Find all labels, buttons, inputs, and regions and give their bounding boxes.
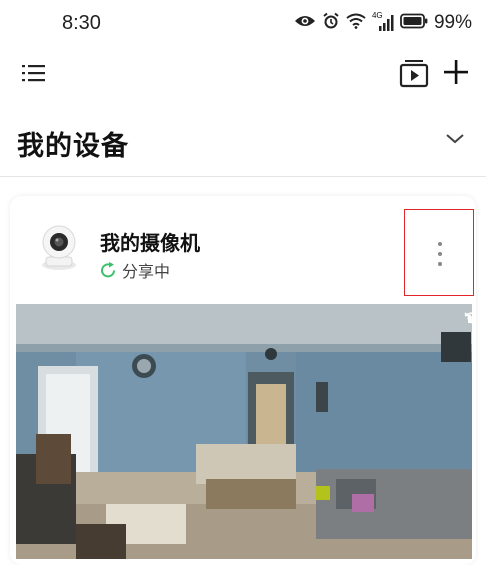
plus-icon <box>444 60 468 84</box>
divider <box>0 176 486 177</box>
status-time: 8:30 <box>62 12 101 34</box>
camera-snapshot-image <box>16 304 472 559</box>
eye-icon <box>294 13 316 33</box>
menu-button[interactable] <box>22 62 46 84</box>
alarm-icon <box>322 12 340 34</box>
device-name[interactable]: 我的摄像机 <box>100 227 200 256</box>
more-vertical-icon <box>438 242 442 272</box>
list-icon <box>22 65 45 82</box>
share-status: 分享中 <box>100 258 170 282</box>
share-icon <box>101 262 115 278</box>
camera-icon <box>36 223 82 273</box>
wifi-status-icon <box>346 13 366 33</box>
battery-icon <box>400 13 428 33</box>
more-options-button[interactable] <box>404 209 474 296</box>
page-title: 我的设备 <box>17 131 129 162</box>
cellular-signal-icon: 4G <box>372 11 394 33</box>
battery-percent: 99% <box>433 12 472 33</box>
status-bar: 8:30 4G 99% <box>0 0 486 46</box>
video-playlist-icon <box>399 60 429 88</box>
share-status-label: 分享中 <box>122 262 171 281</box>
mute-icon <box>464 312 472 323</box>
collapse-button[interactable] <box>444 131 466 147</box>
camera-preview[interactable] <box>16 304 472 559</box>
video-playlist-button[interactable] <box>399 58 429 88</box>
add-device-button[interactable] <box>443 59 469 85</box>
status-icons: 4G 99% <box>294 10 472 36</box>
chevron-down-icon <box>446 134 464 144</box>
